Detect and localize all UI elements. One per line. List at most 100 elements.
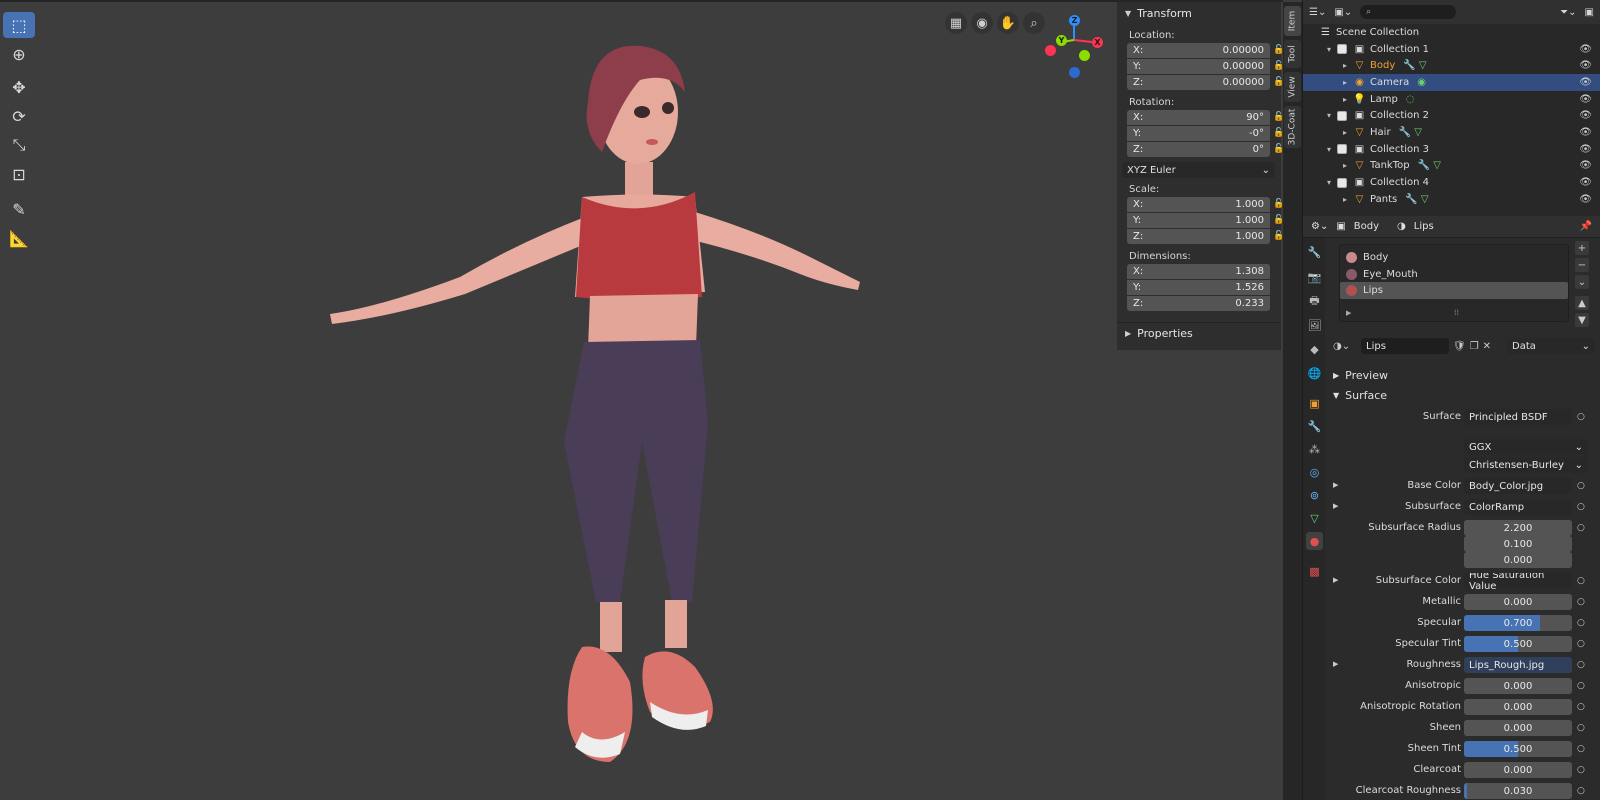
- socket-link-icon[interactable]: ○: [1577, 702, 1585, 712]
- visibility-eye-icon[interactable]: 👁: [1579, 44, 1592, 55]
- socket-link-icon[interactable]: ○: [1577, 502, 1585, 512]
- new-collection-icon[interactable]: ▣: [1585, 7, 1594, 18]
- outliner-row[interactable]: ▾ ▣ Collection 3 👁: [1303, 141, 1600, 158]
- material-properties-icon[interactable]: ●: [1306, 532, 1323, 550]
- tab-view[interactable]: View: [1284, 72, 1301, 102]
- filter-view-icon[interactable]: ▣⌄: [1334, 7, 1352, 18]
- cursor-icon[interactable]: ⊕: [3, 41, 35, 67]
- gizmo-y[interactable]: Y: [1056, 35, 1067, 46]
- exclude-checkbox[interactable]: [1337, 144, 1348, 155]
- object-properties-icon[interactable]: ▣: [1306, 394, 1323, 412]
- visibility-eye-icon[interactable]: 👁: [1579, 60, 1592, 71]
- expand-arrow-icon[interactable]: ▸: [1343, 161, 1347, 170]
- visibility-eye-icon[interactable]: 👁: [1579, 77, 1592, 88]
- param-slider[interactable]: 0.000: [1464, 678, 1572, 694]
- rotation-field[interactable]: X: 90°: [1127, 110, 1270, 125]
- param-link-field[interactable]: Lips_Rough.jpg: [1464, 657, 1572, 673]
- surface-section-header[interactable]: ▼ Surface: [1333, 386, 1387, 404]
- output-icon[interactable]: 🖶: [1306, 292, 1323, 310]
- pin-icon[interactable]: 📌: [1580, 221, 1592, 232]
- gizmo-neg-z[interactable]: [1069, 67, 1080, 78]
- visibility-eye-icon[interactable]: 👁: [1579, 94, 1592, 105]
- preview-section-header[interactable]: ▶ Preview: [1333, 366, 1388, 384]
- scale-field[interactable]: X: 1.000: [1127, 197, 1270, 212]
- socket-link-icon[interactable]: ○: [1577, 681, 1585, 691]
- socket-link-icon[interactable]: ○: [1577, 723, 1585, 733]
- socket-link-icon[interactable]: ○: [1577, 765, 1585, 775]
- tab-tool[interactable]: Tool: [1284, 40, 1301, 68]
- visibility-eye-icon[interactable]: 👁: [1579, 160, 1592, 171]
- outliner-row[interactable]: ▸ ▽ Pants 🔧 ▽ 👁: [1303, 191, 1600, 208]
- world-icon[interactable]: 🌐: [1306, 364, 1323, 382]
- move-up-button[interactable]: ▲: [1575, 296, 1589, 310]
- constraints-icon[interactable]: ⊚: [1306, 486, 1323, 504]
- rotate-icon[interactable]: ⟳: [3, 103, 35, 129]
- socket-link-icon[interactable]: ○: [1577, 412, 1585, 422]
- view-layer-icon[interactable]: 🖼: [1306, 316, 1323, 334]
- outliner-row[interactable]: ▸ ▽ Body 🔧 ▽ 👁: [1303, 57, 1600, 74]
- transform-panel-header[interactable]: ▼ Transform: [1117, 2, 1281, 24]
- outliner-row[interactable]: ▸ ▽ TankTop 🔧 ▽ 👁: [1303, 158, 1600, 175]
- texture-icon[interactable]: ▩: [1306, 562, 1323, 580]
- socket-link-icon[interactable]: ○: [1577, 786, 1585, 796]
- expand-arrow-icon[interactable]: ▸: [1343, 128, 1347, 137]
- socket-link-icon[interactable]: ○: [1577, 576, 1585, 586]
- socket-link-icon[interactable]: ○: [1577, 481, 1585, 491]
- modifier-icon[interactable]: 🔧: [1405, 194, 1417, 205]
- transform-icon[interactable]: ⊡: [3, 161, 35, 187]
- properties-panel-header[interactable]: ▶ Properties: [1117, 322, 1281, 344]
- exclude-checkbox[interactable]: [1337, 44, 1348, 55]
- collapse-arrow-icon[interactable]: ▾: [1327, 111, 1331, 120]
- dimensions-field[interactable]: Z: 0.233: [1127, 296, 1270, 311]
- light-data-icon[interactable]: ◌: [1406, 94, 1415, 105]
- material-slot-item[interactable]: Lips: [1340, 282, 1568, 300]
- param-slider[interactable]: 0.700: [1464, 615, 1572, 631]
- camera-view-icon[interactable]: ◉: [971, 12, 993, 34]
- param-link-field[interactable]: Body_Color.jpg: [1464, 478, 1572, 494]
- gizmo-z[interactable]: Z: [1069, 15, 1080, 26]
- outliner-row[interactable]: ▾ ▣ Collection 1 👁: [1303, 41, 1600, 58]
- object-data-icon[interactable]: ▽: [1306, 509, 1323, 527]
- tool-settings-icon[interactable]: 🔧: [1306, 243, 1323, 261]
- collapse-arrow-icon[interactable]: ▾: [1327, 45, 1331, 54]
- visibility-eye-icon[interactable]: 👁: [1579, 110, 1592, 121]
- outliner-row[interactable]: ▸ 💡 Lamp ◌ 👁: [1303, 91, 1600, 108]
- resize-handle-icon[interactable]: ⁞⁞: [1454, 308, 1459, 317]
- gizmo-neg-y[interactable]: [1079, 50, 1090, 61]
- expand-arrow-icon[interactable]: ▶: [1333, 502, 1338, 510]
- param-link-field[interactable]: Principled BSDF: [1464, 409, 1572, 425]
- collapse-arrow-icon[interactable]: ▾: [1327, 145, 1331, 154]
- browse-material-icon[interactable]: ◑⌄: [1333, 341, 1357, 352]
- display-mode-icon[interactable]: ☰⌄: [1309, 7, 1326, 18]
- visibility-eye-icon[interactable]: 👁: [1579, 194, 1592, 205]
- rotation-field[interactable]: Y: -0°: [1127, 126, 1270, 141]
- scale-field[interactable]: Z: 1.000: [1127, 229, 1270, 244]
- socket-link-icon[interactable]: ○: [1577, 523, 1585, 533]
- gizmo-neg-x[interactable]: [1045, 45, 1056, 56]
- param-slider[interactable]: 0.000: [1464, 720, 1572, 736]
- expand-arrow-icon[interactable]: ▸: [1343, 195, 1347, 204]
- param-slider[interactable]: 0.100: [1464, 536, 1572, 552]
- material-name-field[interactable]: Lips: [1361, 338, 1449, 354]
- param-slider[interactable]: 2.200: [1464, 520, 1572, 536]
- editor-type-icon[interactable]: ⚙⌄: [1311, 221, 1328, 232]
- param-slider[interactable]: 0.000: [1464, 762, 1572, 778]
- expand-arrow-icon[interactable]: ▶: [1333, 660, 1338, 668]
- gizmo-x[interactable]: X: [1092, 37, 1103, 48]
- rotation-mode-dropdown[interactable]: XYZ Euler ⌄: [1122, 162, 1275, 178]
- outliner-row[interactable]: ▾ ▣ Collection 4 👁: [1303, 174, 1600, 191]
- socket-link-icon[interactable]: ○: [1577, 660, 1585, 670]
- physics-icon[interactable]: ◎: [1306, 463, 1323, 481]
- expand-arrow-icon[interactable]: ▸: [1343, 61, 1347, 70]
- collapse-arrow-icon[interactable]: ▾: [1327, 178, 1331, 187]
- socket-link-icon[interactable]: ○: [1577, 618, 1585, 628]
- param-slider[interactable]: 0.000: [1464, 594, 1572, 610]
- outliner-row[interactable]: ▸ ▽ Hair 🔧 ▽ 👁: [1303, 124, 1600, 141]
- move-down-button[interactable]: ▼: [1575, 313, 1589, 327]
- mesh-data-icon[interactable]: ▽: [1419, 60, 1427, 71]
- camera-data-icon[interactable]: ◉: [1417, 77, 1426, 88]
- particles-icon[interactable]: ⁂: [1306, 440, 1323, 458]
- location-field[interactable]: Y: 0.00000: [1127, 59, 1270, 74]
- scale-icon[interactable]: ⤡: [3, 132, 35, 158]
- visibility-eye-icon[interactable]: 👁: [1579, 177, 1592, 188]
